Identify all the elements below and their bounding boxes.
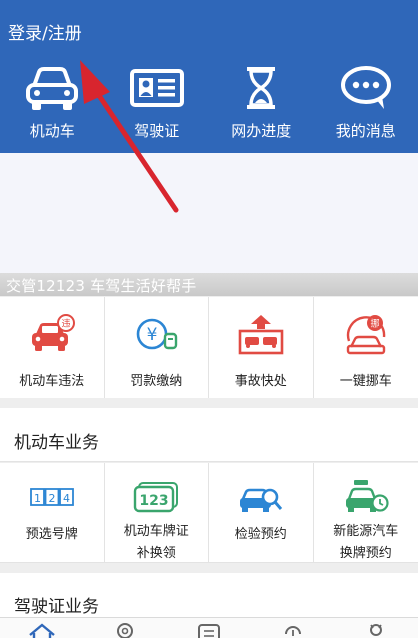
quick-item-progress[interactable]: 网办进度 <box>209 62 314 147</box>
vehicle-item-plate-replace[interactable]: 123 机动车牌证 补换领 <box>104 463 209 562</box>
tab-user[interactable] <box>334 618 418 638</box>
quick-item-label: 驾驶证 <box>134 122 180 140</box>
quick-item-license[interactable]: 驾驶证 <box>105 62 210 147</box>
quick-item-messages[interactable]: 我的消息 <box>314 62 418 147</box>
section-title: 机动车业务 <box>14 433 99 453</box>
vehicle-item-ev-plate[interactable]: 新能源汽车 换牌预约 <box>313 463 418 562</box>
vehicle-item-label: 新能源汽车 <box>333 524 399 539</box>
chat-bubble-icon <box>334 62 398 114</box>
service-fine-payment[interactable]: ¥ 罚款缴纳 <box>104 297 209 398</box>
vehicle-item-inspection[interactable]: 检验预约 <box>209 463 314 562</box>
car-icon <box>20 62 84 114</box>
bottom-tab-bar <box>0 617 418 638</box>
svg-text:123: 123 <box>140 493 169 509</box>
quick-item-label: 机动车 <box>29 122 75 140</box>
banner-area[interactable] <box>0 153 418 281</box>
vehicle-item-sublabel: 补换领 <box>136 546 176 561</box>
service-move-car[interactable]: 挪 一键挪车 <box>313 297 418 398</box>
app-header: 登录/注册 机动车 驾驶证 网办进度 我的消息 <box>0 0 418 153</box>
svg-text:2: 2 <box>48 492 55 505</box>
user-icon <box>370 624 383 636</box>
vehicle-item-label: 预选号牌 <box>25 527 78 542</box>
vehicle-item-label: 检验预约 <box>234 527 287 542</box>
plate-select-icon: 1 2 4 <box>25 475 79 521</box>
license-card-icon <box>125 62 189 114</box>
tab-document[interactable] <box>167 618 251 638</box>
quick-item-vehicle[interactable]: 机动车 <box>0 62 105 147</box>
svg-text:挪: 挪 <box>370 318 379 330</box>
vehicle-business-header: 机动车业务 <box>0 408 418 462</box>
section-title: 驾驶证业务 <box>14 597 99 617</box>
inspection-icon <box>234 475 288 521</box>
ev-plate-icon <box>339 475 393 518</box>
vehicle-item-label: 机动车牌证 <box>123 524 189 539</box>
quick-item-label: 网办进度 <box>231 122 292 140</box>
plate-123-icon: 123 <box>129 475 183 518</box>
accident-icon <box>234 310 288 360</box>
document-icon <box>197 624 220 638</box>
location-icon <box>117 623 134 638</box>
vehicle-item-plate-select[interactable]: 1 2 4 预选号牌 <box>0 463 105 562</box>
service-label: 一键挪车 <box>339 374 392 389</box>
service-label: 事故快处 <box>234 374 287 389</box>
quick-item-label: 我的消息 <box>335 122 396 140</box>
tab-lock[interactable] <box>251 618 335 638</box>
car-violation-icon: 违 <box>25 310 79 360</box>
hourglass-icon <box>229 62 293 114</box>
lock-icon <box>284 626 301 636</box>
svg-text:1: 1 <box>34 492 41 505</box>
login-register-link[interactable]: 登录/注册 <box>8 19 82 44</box>
slogan-strip: 交管12123 车驾生活好帮手 <box>0 273 418 296</box>
service-grid: 违 机动车违法 ¥ 罚款缴纳 事故快处 挪 一键挪车 <box>0 297 418 398</box>
svg-text:4: 4 <box>63 492 70 505</box>
license-business-header: 驾驶证业务 <box>0 573 418 617</box>
app-screen: 登录/注册 机动车 驾驶证 网办进度 我的消息 交管12123 车驾生活好帮手 … <box>0 0 418 638</box>
svg-text:¥: ¥ <box>147 325 158 345</box>
service-label: 罚款缴纳 <box>130 374 183 389</box>
slogan-text: 交管12123 车驾生活好帮手 <box>6 277 197 295</box>
tab-location[interactable] <box>84 618 168 638</box>
yuan-payment-icon: ¥ <box>129 310 183 360</box>
vehicle-business-grid: 1 2 4 预选号牌 123 机动车牌证 补换领 检验预约 新能源汽车 换牌预约 <box>0 463 418 563</box>
svg-text:违: 违 <box>61 319 70 330</box>
service-accident[interactable]: 事故快处 <box>209 297 314 398</box>
home-icon <box>29 623 55 638</box>
service-label: 机动车违法 <box>19 374 85 389</box>
vehicle-item-sublabel: 换牌预约 <box>339 546 392 561</box>
service-car-violation[interactable]: 违 机动车违法 <box>0 297 105 398</box>
move-car-icon: 挪 <box>339 310 393 360</box>
tab-home[interactable] <box>0 618 84 638</box>
quick-nav: 机动车 驾驶证 网办进度 我的消息 <box>0 62 418 147</box>
